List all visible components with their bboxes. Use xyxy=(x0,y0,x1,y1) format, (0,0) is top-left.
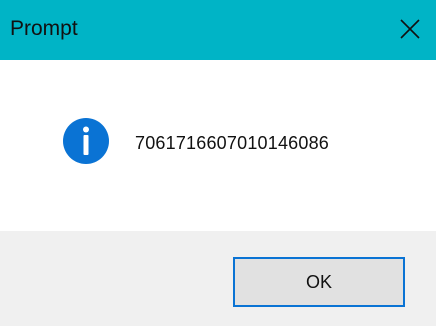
dialog-footer: OK xyxy=(0,231,436,326)
window-title: Prompt xyxy=(10,17,78,40)
dialog-content: 7061716607010146086 xyxy=(0,60,436,231)
message-text: 7061716607010146086 xyxy=(135,133,330,153)
info-icon xyxy=(63,118,109,164)
close-button[interactable] xyxy=(384,0,436,60)
prompt-dialog: Prompt 7061716607010146086 OK xyxy=(0,0,436,326)
title-bar: Prompt xyxy=(0,0,436,60)
ok-button[interactable]: OK xyxy=(233,257,405,307)
close-icon xyxy=(400,19,420,39)
